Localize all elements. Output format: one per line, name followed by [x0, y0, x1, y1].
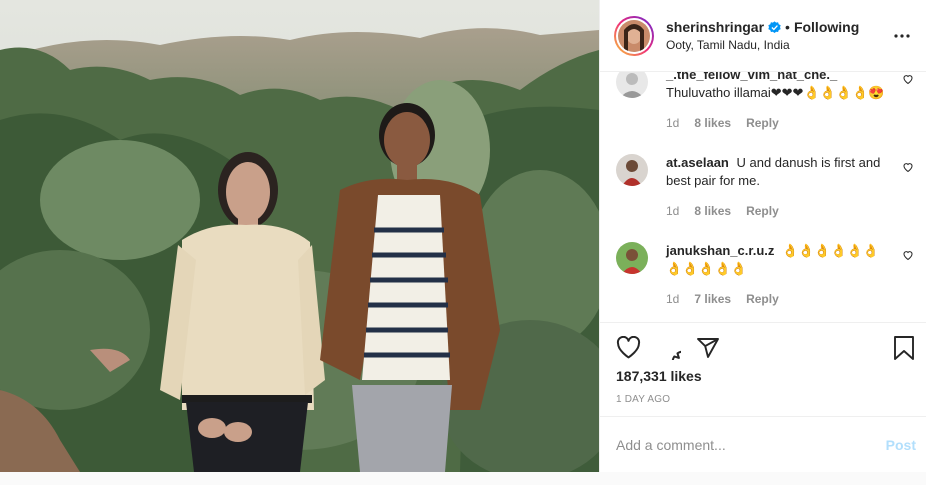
commenter-avatar[interactable] [616, 154, 648, 186]
add-comment-bar: Post [600, 416, 926, 472]
comment-like-heart-icon[interactable] [902, 72, 914, 85]
comment-input[interactable] [616, 436, 886, 453]
page-bottom-strip [0, 472, 926, 485]
comment-text: Thuluvatho illamai❤❤❤👌👌👌👌😍 [666, 85, 885, 100]
comment-icon[interactable] [654, 334, 682, 362]
comment-item: at.aselaan U and danush is first and bes… [616, 154, 914, 220]
heart-icon[interactable] [614, 334, 642, 362]
reply-button[interactable]: Reply [746, 202, 779, 220]
post-comment-button[interactable]: Post [886, 437, 916, 453]
author-username[interactable]: sherinshringar [666, 19, 764, 35]
verified-badge-icon [768, 20, 781, 34]
commenter-username[interactable]: at.aselaan [666, 155, 729, 170]
post-photo[interactable] [0, 0, 599, 472]
commenter-avatar[interactable] [616, 242, 648, 274]
comment-age[interactable]: 1d [666, 114, 679, 132]
more-options-icon[interactable] [890, 24, 914, 48]
comment-item: _.the_fellow_vim_nat_che._ Thuluvatho il… [616, 72, 914, 132]
comment-likes[interactable]: 8 likes [694, 202, 731, 220]
likes-count[interactable]: 187,331 likes [616, 368, 702, 384]
post-time[interactable]: 1 DAY AGO [616, 394, 670, 405]
post-location[interactable]: Ooty, Tamil Nadu, India [666, 38, 890, 52]
commenter-username[interactable]: _.the_fellow_vim_nat_che._ [666, 72, 837, 82]
comment-age[interactable]: 1d [666, 290, 679, 308]
post-photo-image [0, 0, 599, 472]
comment-item: janukshan_c.r.u.z 👌👌👌👌👌👌👌👌👌👌👌 1d 7 likes… [616, 242, 914, 308]
reply-button[interactable]: Reply [746, 290, 779, 308]
author-avatar[interactable] [614, 15, 654, 56]
post-side-panel: sherinshringar • Following Ooty, Tamil N… [599, 0, 926, 472]
comment-likes[interactable]: 7 likes [694, 290, 731, 308]
share-icon[interactable] [694, 334, 722, 362]
post-header: sherinshringar • Following Ooty, Tamil N… [600, 0, 926, 72]
separator-dot: • [785, 19, 790, 35]
post-actions-bar [600, 322, 926, 372]
reply-button[interactable]: Reply [746, 114, 779, 132]
following-button[interactable]: Following [794, 19, 859, 35]
comment-age[interactable]: 1d [666, 202, 679, 220]
comment-like-heart-icon[interactable] [902, 248, 914, 261]
comment-like-heart-icon[interactable] [902, 160, 914, 173]
commenter-avatar[interactable] [616, 72, 648, 98]
comment-likes[interactable]: 8 likes [694, 114, 731, 132]
commenter-username[interactable]: janukshan_c.r.u.z [666, 243, 774, 258]
comments-list[interactable]: _.the_fellow_vim_nat_che._ Thuluvatho il… [600, 72, 926, 322]
bookmark-icon[interactable] [890, 334, 918, 362]
